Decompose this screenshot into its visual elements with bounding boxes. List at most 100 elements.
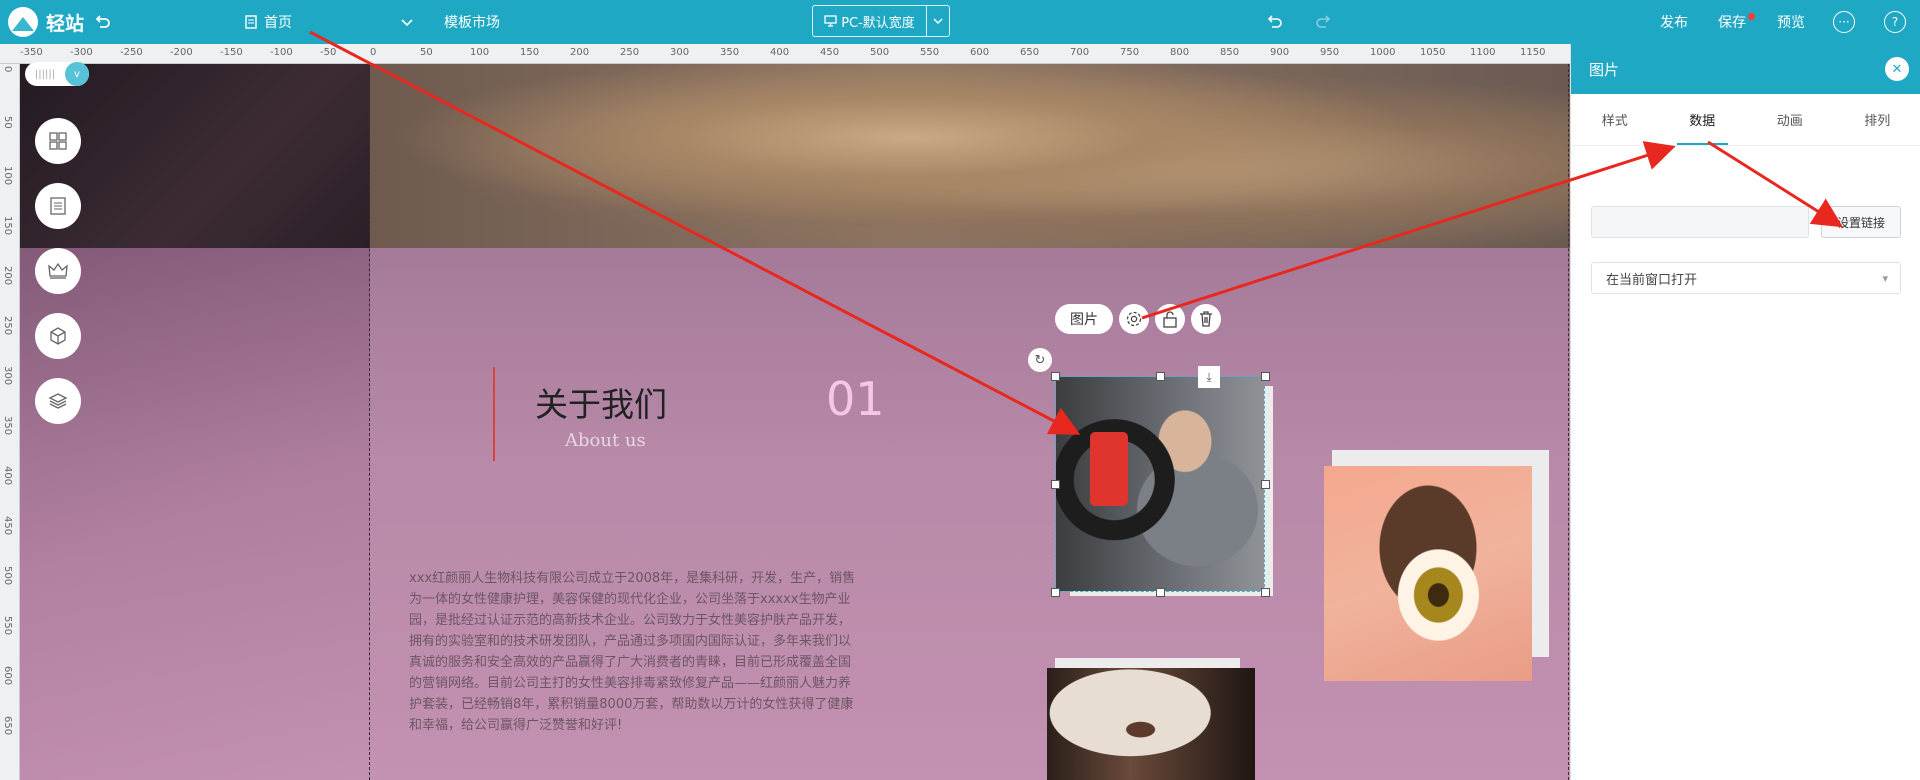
ruler-tick: 150	[520, 47, 540, 58]
resize-handle-se[interactable]	[1261, 588, 1270, 597]
help-icon: ?	[1884, 11, 1906, 33]
close-icon[interactable]: ✕	[1885, 57, 1909, 81]
properties-panel: 图片 ✕ 样式 数据 动画 排列 设置链接 在当前窗口打开 ▾	[1570, 44, 1920, 780]
resize-handle-n[interactable]	[1156, 372, 1165, 381]
tab-style[interactable]: 样式	[1571, 94, 1659, 145]
about-title[interactable]: 关于我们	[535, 378, 667, 426]
ruler-tick: 150	[2, 216, 13, 236]
ruler-tick: 100	[470, 47, 490, 58]
ruler-tick: 950	[1320, 47, 1340, 58]
about-body-text[interactable]: xxx红颜丽人生物科技有限公司成立于2008年，是集科研，开发，生产，销售为一体…	[409, 568, 857, 736]
ruler-tick: 550	[920, 47, 940, 58]
image-eye-makeup[interactable]	[1324, 466, 1532, 681]
link-input[interactable]	[1591, 206, 1809, 238]
save-button[interactable]: 保存	[1718, 0, 1746, 44]
tab-data[interactable]: 数据	[1659, 94, 1747, 145]
ruler-tick: 300	[2, 366, 13, 386]
modules-button[interactable]	[35, 313, 81, 359]
about-subtitle[interactable]: About us	[565, 430, 646, 451]
grip-icon: ||||||	[34, 68, 56, 80]
device-width-label: PC-默认宽度	[841, 15, 915, 31]
page-selector[interactable]: 首页	[244, 0, 292, 44]
chevron-down-icon	[933, 18, 943, 25]
page-icon	[245, 15, 257, 29]
ruler-tick: 250	[620, 47, 640, 58]
ruler-tick: 1000	[1370, 47, 1396, 58]
resize-handle-s[interactable]	[1156, 588, 1165, 597]
ruler-tick: 750	[1120, 47, 1140, 58]
ruler-tick: 400	[2, 466, 13, 486]
ruler-tick: 400	[770, 47, 790, 58]
ruler-tick: 500	[2, 566, 13, 586]
resize-handle-w[interactable]	[1051, 480, 1060, 489]
ruler-tick: 650	[2, 716, 13, 736]
help-button[interactable]: ?	[1884, 0, 1906, 44]
cube-icon	[50, 327, 66, 345]
image-face-mask[interactable]	[1047, 668, 1255, 780]
monitor-icon	[824, 15, 837, 27]
tab-arrange[interactable]: 排列	[1834, 94, 1920, 145]
ruler-tick: 900	[1270, 47, 1290, 58]
page-name: 首页	[264, 15, 292, 31]
logo-icon	[8, 7, 38, 37]
undo-icon[interactable]	[1264, 0, 1284, 44]
chevron-down-icon[interactable]	[400, 0, 414, 44]
resize-handle-nw[interactable]	[1051, 372, 1060, 381]
about-number[interactable]: 01	[826, 372, 885, 426]
brand[interactable]: 轻站	[8, 0, 84, 44]
hero-image[interactable]	[370, 64, 1570, 248]
set-link-button[interactable]: 设置链接	[1821, 206, 1901, 238]
resize-handle-sw[interactable]	[1051, 588, 1060, 597]
chevron-down-icon[interactable]: v	[65, 62, 89, 86]
rotate-icon[interactable]: ↻	[1028, 348, 1052, 372]
settings-icon[interactable]	[1119, 304, 1149, 334]
ruler-tick: 450	[2, 516, 13, 536]
selection-frame[interactable]	[1055, 376, 1265, 592]
ruler-tick: 450	[820, 47, 840, 58]
guide-line-left	[369, 64, 370, 780]
panel-title: 图片	[1589, 60, 1620, 79]
download-icon[interactable]: ⤓	[1198, 366, 1220, 388]
resize-handle-ne[interactable]	[1261, 372, 1270, 381]
ruler-tick: 0	[2, 66, 13, 73]
undo-icon[interactable]	[92, 0, 112, 44]
device-width-selector[interactable]: PC-默认宽度	[812, 5, 950, 37]
device-width-dropdown[interactable]	[927, 6, 949, 36]
ruler-horizontal[interactable]: -350 -300 -250 -200 -150 -100 -50 0 50 100 150 200 2…	[0, 44, 1895, 64]
device-width-button[interactable]: PC-默认宽度	[813, 6, 927, 36]
ruler-tick: 200	[570, 47, 590, 58]
layers-button[interactable]	[35, 378, 81, 424]
premium-button[interactable]	[35, 248, 81, 294]
ruler-tick: 500	[870, 47, 890, 58]
more-button[interactable]: ···	[1833, 0, 1855, 44]
ruler-tick: 600	[970, 47, 990, 58]
redo-icon[interactable]	[1314, 0, 1334, 44]
components-button[interactable]	[35, 118, 81, 164]
delete-icon[interactable]	[1191, 304, 1221, 334]
lock-icon[interactable]	[1155, 304, 1185, 334]
ruler-tick: 550	[2, 616, 13, 636]
grid-icon	[49, 132, 67, 150]
ruler-tick: -300	[70, 47, 93, 58]
list-icon	[50, 197, 66, 215]
pages-button[interactable]	[35, 183, 81, 229]
element-type-label[interactable]: 图片	[1055, 304, 1113, 334]
template-market-link[interactable]: 模板市场	[444, 0, 500, 44]
open-mode-select[interactable]: 在当前窗口打开 ▾	[1591, 262, 1901, 294]
tab-animation[interactable]: 动画	[1746, 94, 1834, 145]
publish-button[interactable]: 发布	[1660, 0, 1688, 44]
ruler-tick: 850	[1220, 47, 1240, 58]
side-toolbar	[35, 118, 81, 443]
ruler-tick: 100	[2, 166, 13, 186]
toolbar-drag-handle[interactable]: |||||| v	[25, 62, 89, 86]
layers-icon	[48, 393, 68, 409]
ruler-tick: 1100	[1470, 47, 1496, 58]
ruler-tick: 600	[2, 666, 13, 686]
preview-button[interactable]: 预览	[1777, 0, 1805, 44]
about-accent-line	[493, 367, 495, 461]
resize-handle-e[interactable]	[1261, 480, 1270, 489]
ruler-tick: 0	[370, 47, 377, 58]
element-toolbar: 图片	[1055, 304, 1221, 334]
ruler-vertical[interactable]: 0 50 100 150 200 250 300 350 400 450 500 550 600 650	[0, 64, 20, 780]
ruler-tick: 50	[420, 47, 433, 58]
